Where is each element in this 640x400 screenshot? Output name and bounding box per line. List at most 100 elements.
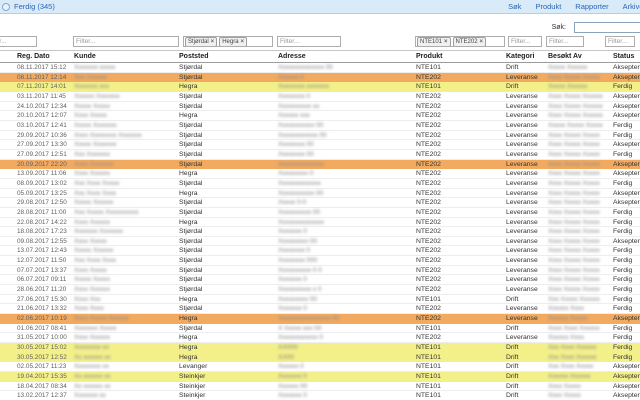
table-row[interactable]: 28.08.2017 11:00 Xxx Xxxxx Xxxxxxxxxx St… xyxy=(0,208,640,218)
table-row[interactable]: 13.09.2017 11:06 Xxxx Xxxxxx Hegra Xxxxx… xyxy=(0,169,640,179)
table-row[interactable]: 03.11.2017 11:45 Xxxxxx Xxxxxxx Stjørdal… xyxy=(0,92,640,102)
cell-poststed: Stjørdal xyxy=(178,160,277,169)
cell-kunde-redacted: Xxxx Xxxxx xyxy=(73,266,178,275)
cell-besokt-av-redacted: Xxxx Xxxxx Xxxxx xyxy=(547,179,612,188)
column-header[interactable]: Reg. Dato xyxy=(16,51,73,62)
cell-status: Ferdig xyxy=(612,131,640,140)
remove-tag-icon[interactable]: × xyxy=(211,38,215,46)
search-input[interactable] xyxy=(574,22,640,33)
remove-tag-icon[interactable]: × xyxy=(241,38,245,46)
column-header[interactable]: Besøkt Av xyxy=(547,51,612,62)
table-row[interactable]: 19.04.2017 15:35 Xx xxxxxx xx Steinkjer … xyxy=(0,372,640,382)
cell-poststed: Stjørdal xyxy=(178,73,277,82)
column-header[interactable]: Kunde xyxy=(73,51,178,62)
table-row[interactable]: 27.09.2017 12:51 Xxx Xxxxxxx Stjørdal Xx… xyxy=(0,150,640,160)
table-row[interactable]: 29.09.2017 10:36 Xxxx Xxxxxxxx Xxxxxxx S… xyxy=(0,131,640,141)
cell-reg-dato: 07.07.2017 13:37 xyxy=(16,266,73,275)
menu-item-ferdig[interactable]: Ferdig (345) xyxy=(14,0,55,13)
cell-status: Akseptert xyxy=(612,111,640,120)
cell-status: Ferdig xyxy=(612,304,640,313)
cell-besokt-av-redacted: Xxxx Xxxxx Xxxxx xyxy=(547,237,612,246)
table-row[interactable]: 21.06.2017 13:32 Xxxx Xxxx Stjørdal Xxxx… xyxy=(0,304,640,314)
table-row[interactable]: 13.02.2017 12:37 Xxxxxxx xx Steinkjer Xx… xyxy=(0,391,640,400)
table-row[interactable]: 08.11.2017 15:12 Xxxxxxx xxxxx Stjørdal … xyxy=(0,63,640,73)
row-gutter xyxy=(0,246,16,255)
table-row[interactable]: 09.08.2017 12:55 Xxxx Xxxxx Stjørdal Xxx… xyxy=(0,237,640,247)
table-row[interactable]: 02.05.2017 11:23 Xxxxxxxx xx Levanger Xx… xyxy=(0,362,640,372)
search-row: Søk: xyxy=(0,14,640,36)
cell-adresse-redacted: Xxxxxxxxxx xx xyxy=(277,102,415,111)
table-row[interactable]: 01.06.2017 08:41 Xxxxxxx Xxxxx Stjørdal … xyxy=(0,324,640,334)
cell-besokt-av-redacted: Xxxx Xxxxx Xxxxx xyxy=(547,160,612,169)
cell-kunde-redacted: Xxxxxx Xxxxxxx xyxy=(73,92,178,101)
menu-item-arkiver[interactable]: Arkiver xyxy=(623,2,640,11)
cell-besokt-av-redacted: Xxxx Xxxxx Xxxxx xyxy=(547,208,612,217)
table-row[interactable]: 31.05.2017 10:00 Xxxx Xxxxxx Hegra Xxxxx… xyxy=(0,333,640,343)
table-row[interactable]: 30.05.2017 15:02 Xxxxxxxx xx Hegra XX000… xyxy=(0,343,640,353)
table-row[interactable]: 06.07.2017 09:11 Xxxxx Xxxxx Stjørdal Xx… xyxy=(0,275,640,285)
cell-adresse-redacted: XX000 xyxy=(277,343,415,352)
column-header[interactable]: Kategori xyxy=(505,51,547,62)
table-row[interactable]: 27.06.2017 15:30 Xxxx Xxx Hegra Xxxxxxxx… xyxy=(0,295,640,305)
table-row[interactable]: 02.06.2017 10:19 Xxxx Xxxxx Xxxxxx Hegra… xyxy=(0,314,640,324)
cell-besokt-av-redacted: Xxxx Xxxxx xyxy=(547,382,612,391)
row-gutter xyxy=(0,353,16,362)
filter-tag[interactable]: Stjørdal× xyxy=(185,37,217,47)
table-row[interactable]: 20.10.2017 12:07 Xxxx Xxxxx Hegra Xxxxxx… xyxy=(0,111,640,121)
cell-reg-dato: 27.09.2017 12:51 xyxy=(16,150,73,159)
table-row[interactable]: 30.05.2017 12:52 Xx xxxxxx xx Hegra XX00… xyxy=(0,353,640,363)
table-row[interactable]: 18.08.2017 17:23 Xxxxxxx Xxxxxxx Stjørda… xyxy=(0,227,640,237)
cell-produkt: NTE101 xyxy=(415,63,505,72)
table-row[interactable]: 22.08.2017 14:22 Xxxx Xxxxxx Hegra Xxxxx… xyxy=(0,218,640,228)
cell-kategori: Leveranse xyxy=(505,275,547,284)
column-header[interactable]: Poststed xyxy=(178,51,277,62)
filter-tag[interactable]: Hegra× xyxy=(219,37,247,47)
cell-besokt-av-redacted: Xxxx Xxxxx Xxxxx xyxy=(547,198,612,207)
column-header[interactable]: Produkt xyxy=(415,51,505,62)
filter-status[interactable] xyxy=(605,36,635,47)
filter-produkt[interactable]: NTE101×NTE202× xyxy=(415,36,505,47)
cell-besokt-av-redacted: Xxxx Xxxxx Xxxxx xyxy=(547,189,612,198)
table-row[interactable]: 05.09.2017 13:25 Xxx Xxxx Xxxx Hegra Xxx… xyxy=(0,189,640,199)
table-row[interactable]: 18.04.2017 08:34 Xx xxxxxx xx Steinkjer … xyxy=(0,382,640,392)
cell-reg-dato: 13.09.2017 11:06 xyxy=(16,169,73,178)
cell-kategori: Drift xyxy=(505,372,547,381)
cell-status: Akseptert xyxy=(612,391,640,400)
table-row[interactable]: 12.07.2017 11:50 Xxx Xxxx Xxxx Stjørdal … xyxy=(0,256,640,266)
cell-besokt-av-redacted: Xxxxxx Xxxxxx xyxy=(547,372,612,381)
menu-item-rapporter[interactable]: Rapporter xyxy=(575,2,608,11)
filter-regdato[interactable] xyxy=(0,36,37,47)
table-row[interactable]: 28.06.2017 11:20 Xxxx Xxxxxx Stjørdal Xx… xyxy=(0,285,640,295)
cell-kunde-redacted: Xxxx Xxxx xyxy=(73,304,178,313)
column-header[interactable]: Adresse xyxy=(277,51,415,62)
filter-besokt-av[interactable] xyxy=(546,36,584,47)
filter-tag[interactable]: NTE101× xyxy=(417,37,451,47)
filter-poststed[interactable]: Stjørdal×Hegra× xyxy=(183,36,273,47)
cell-kategori: Leveranse xyxy=(505,160,547,169)
filter-kategori[interactable] xyxy=(508,36,542,47)
table-row[interactable]: 27.09.2017 13:30 Xxxxx Xxxxxxx Stjørdal … xyxy=(0,140,640,150)
table-row[interactable]: 08.09.2017 13:02 Xxx Xxxx Xxxxx Stjørdal… xyxy=(0,179,640,189)
table-row[interactable]: 07.07.2017 13:37 Xxxx Xxxxx Stjørdal Xxx… xyxy=(0,266,640,276)
cell-status: Ferdig xyxy=(612,82,640,91)
column-header[interactable]: Status xyxy=(612,51,640,62)
cell-poststed: Stjørdal xyxy=(178,304,277,313)
filter-adresse[interactable] xyxy=(277,36,341,47)
menu-item-sok[interactable]: Søk xyxy=(508,2,521,11)
table-row[interactable]: 13.07.2017 12:43 Xxxxx Xxxxxx Stjørdal X… xyxy=(0,246,640,256)
menu-item-produkt[interactable]: Produkt xyxy=(535,2,561,11)
cell-kategori: Leveranse xyxy=(505,237,547,246)
cell-adresse-redacted: Xxxxxxxxxxxx 0 xyxy=(277,333,415,342)
table-row[interactable]: 07.11.2017 14:01 Xxxxxxx xxx Hegra Xxxxx… xyxy=(0,82,640,92)
table-row[interactable]: 29.08.2017 12:50 Xxxxx Xxxxxx Stjørdal X… xyxy=(0,198,640,208)
table-row[interactable]: 24.10.2017 12:34 Xxxxx Xxxxx Stjørdal Xx… xyxy=(0,102,640,112)
remove-tag-icon[interactable]: × xyxy=(480,38,484,46)
filter-tag[interactable]: NTE202× xyxy=(453,37,487,47)
cell-adresse-redacted: Xxxxxxxx 0 xyxy=(277,92,415,101)
filter-kunde[interactable] xyxy=(73,36,179,47)
table-row[interactable]: 03.10.2017 12:41 Xxxxx Xxxxxxx Stjørdal … xyxy=(0,121,640,131)
table-row[interactable]: 20.09.2017 22:20 Xxxx Xxxxxxx Stjørdal X… xyxy=(0,160,640,170)
table-row[interactable]: 08.11.2017 12:14 Xxx Xxxxxx Stjørdal Xxx… xyxy=(0,73,640,83)
remove-tag-icon[interactable]: × xyxy=(444,38,448,46)
cell-status: Ferdig xyxy=(612,218,640,227)
